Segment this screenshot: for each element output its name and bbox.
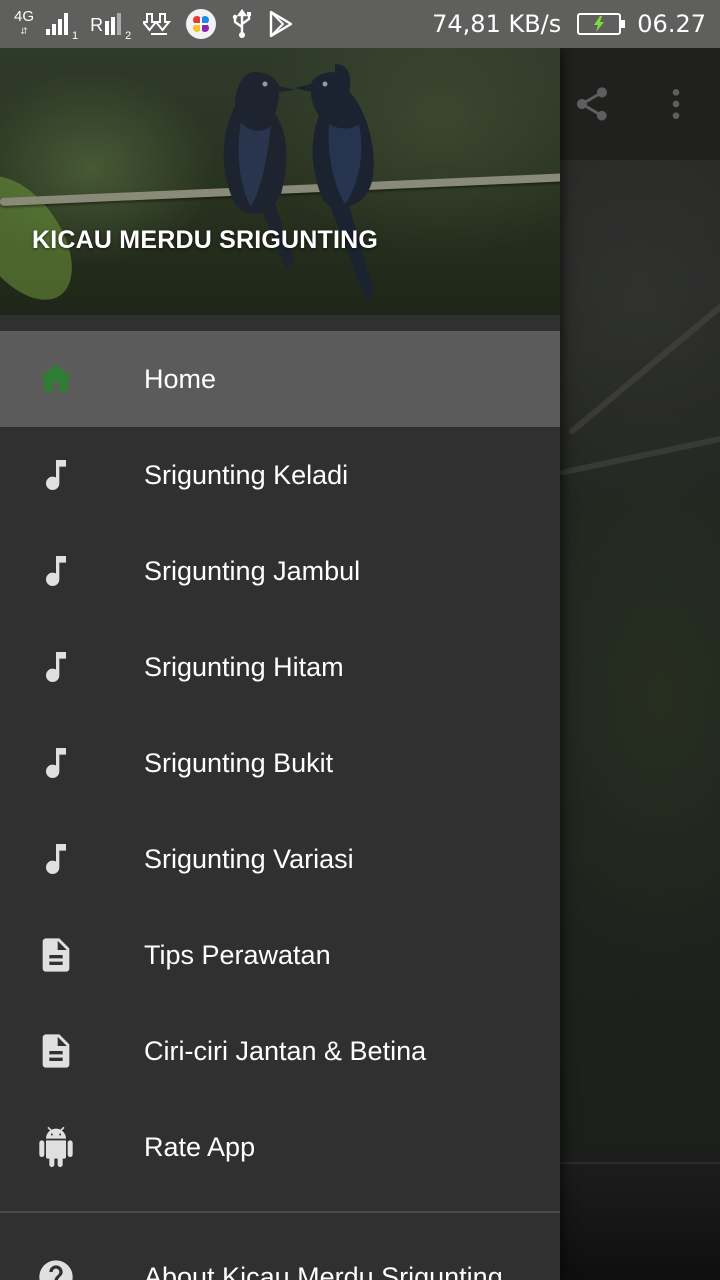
document-icon xyxy=(36,935,76,975)
signal-roaming-icon: R xyxy=(90,13,122,35)
drawer-menu: Home Srigunting Keladi Srigunting Jambul… xyxy=(0,331,560,1280)
music-note-icon xyxy=(36,839,76,879)
menu-item-label: Rate App xyxy=(144,1132,256,1162)
menu-item-label: Srigunting Bukit xyxy=(144,748,334,778)
menu-item-label: Ciri-ciri Jantan & Betina xyxy=(144,1036,427,1066)
menu-item-srigunting-hitam[interactable]: Srigunting Hitam xyxy=(0,619,560,715)
menu-item-home[interactable]: Home xyxy=(0,331,560,427)
drawer-header-title: KICAU MERDU SRIGUNTING xyxy=(32,226,379,254)
menu-item-label: Tips Perawatan xyxy=(144,940,331,970)
status-bar: 4G ⇵ 1 R 2 74,81 KB/s 06.27 xyxy=(0,0,720,48)
menu-item-srigunting-jambul[interactable]: Srigunting Jambul xyxy=(0,523,560,619)
drawer-header: KICAU MERDU SRIGUNTING xyxy=(0,48,560,315)
network-speed: 74,81 KB/s xyxy=(432,10,562,38)
menu-item-label: Srigunting Hitam xyxy=(144,652,344,682)
menu-item-ciri-ciri[interactable]: Ciri-ciri Jantan & Betina xyxy=(0,1003,560,1099)
battery-charging-icon xyxy=(577,13,626,35)
menu-item-rate-app[interactable]: Rate App xyxy=(0,1099,560,1195)
app-icon xyxy=(185,8,217,40)
menu-item-about[interactable]: About Kicau Merdu Srigunting xyxy=(0,1229,560,1280)
music-note-icon xyxy=(36,455,76,495)
menu-item-label: Home xyxy=(144,364,217,394)
sim2-index: 2 xyxy=(125,30,132,42)
menu-item-label: About Kicau Merdu Srigunting xyxy=(144,1262,503,1280)
music-note-icon xyxy=(36,647,76,687)
home-icon xyxy=(36,359,76,399)
bird-right-image xyxy=(285,64,425,314)
menu-item-label: Srigunting Variasi xyxy=(144,844,354,874)
document-icon xyxy=(36,1031,76,1071)
menu-item-label: Srigunting Jambul xyxy=(144,556,361,586)
android-icon xyxy=(36,1127,76,1167)
clock: 06.27 xyxy=(637,10,706,38)
download-icon xyxy=(143,10,173,38)
music-note-icon xyxy=(36,551,76,591)
network-4g-icon: 4G ⇵ xyxy=(14,8,35,36)
menu-item-srigunting-variasi[interactable]: Srigunting Variasi xyxy=(0,811,560,907)
roaming-label: R xyxy=(90,15,104,35)
network-type: 4G xyxy=(14,8,35,25)
play-store-icon xyxy=(267,10,295,38)
menu-item-tips-perawatan[interactable]: Tips Perawatan xyxy=(0,907,560,1003)
navigation-drawer: KICAU MERDU SRIGUNTING Home Srigunting K… xyxy=(0,48,560,1280)
menu-item-srigunting-bukit[interactable]: Srigunting Bukit xyxy=(0,715,560,811)
menu-item-srigunting-keladi[interactable]: Srigunting Keladi xyxy=(0,427,560,523)
signal-icon xyxy=(46,13,69,35)
usb-icon xyxy=(229,9,255,39)
menu-divider xyxy=(0,1211,560,1213)
music-note-icon xyxy=(36,743,76,783)
sim1-index: 1 xyxy=(72,30,79,42)
menu-item-label: Srigunting Keladi xyxy=(144,460,349,490)
help-icon xyxy=(36,1257,76,1280)
